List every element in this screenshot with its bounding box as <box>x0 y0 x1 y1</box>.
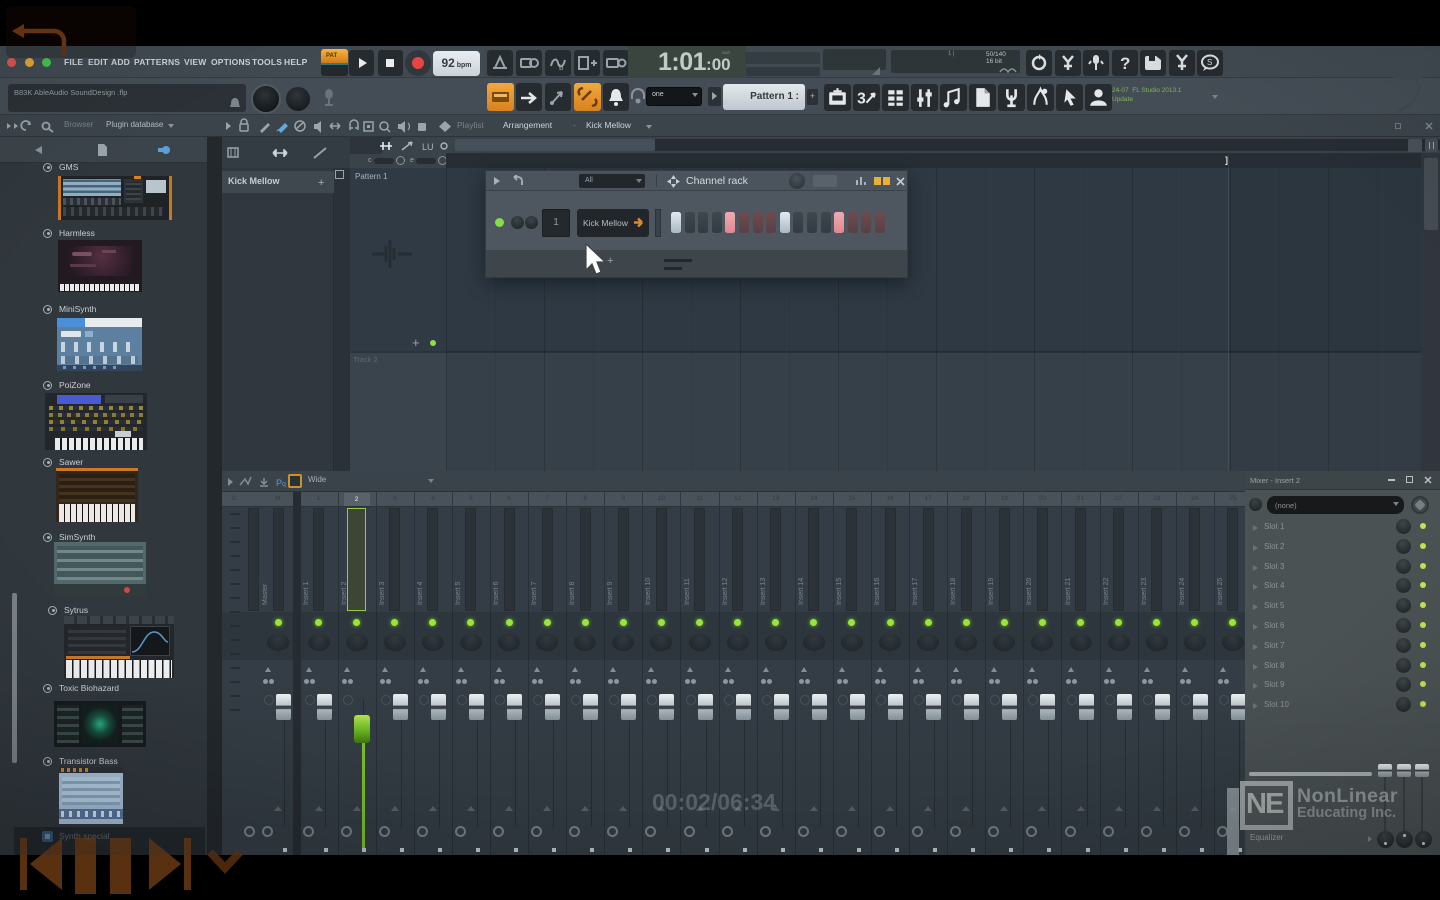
svg-text:3: 3 <box>857 91 866 108</box>
svg-text:LU: LU <box>422 142 434 152</box>
svg-text:b: b <box>559 63 564 72</box>
svg-text:?: ? <box>1120 54 1130 73</box>
svg-text:Pq: Pq <box>276 478 286 488</box>
svg-text:S: S <box>1207 58 1212 67</box>
